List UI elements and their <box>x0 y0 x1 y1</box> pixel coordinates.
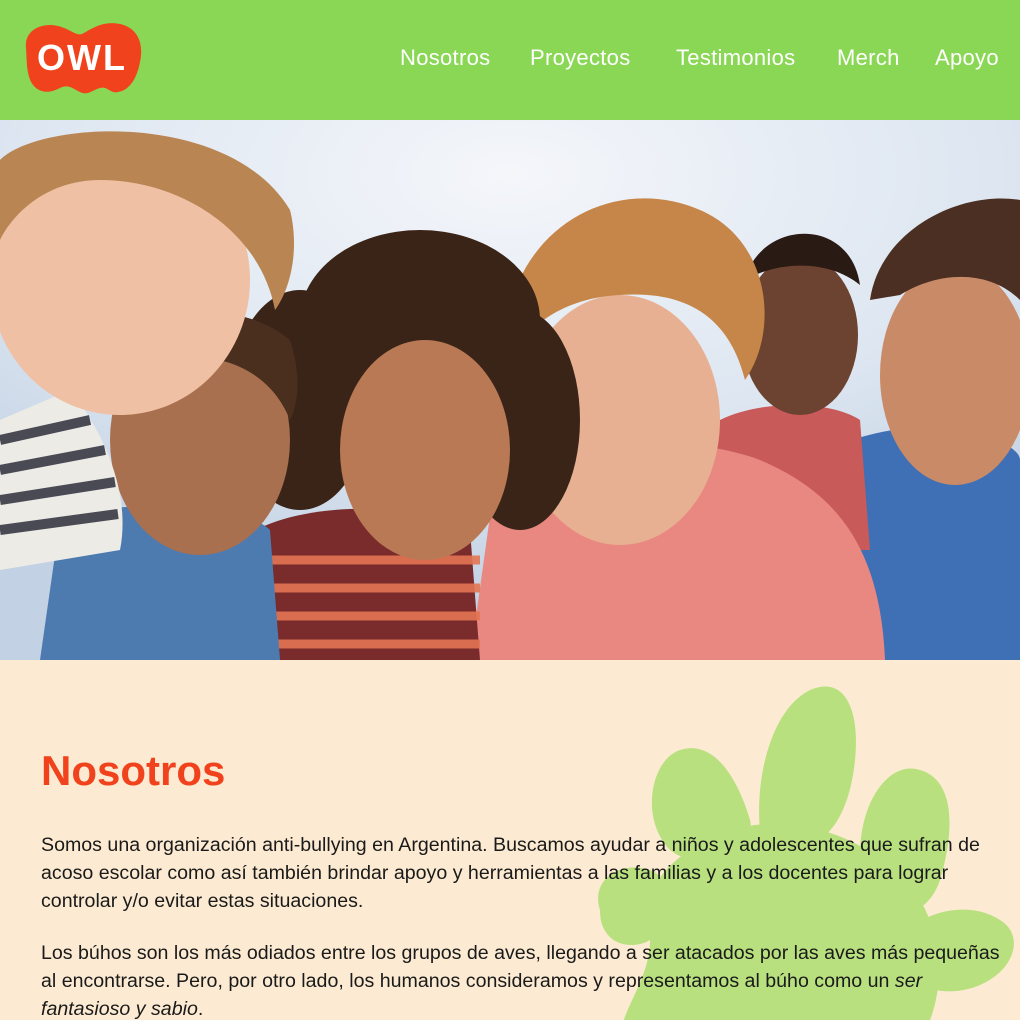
site-header: OWL Nosotros Proyectos Testimonios Merch… <box>0 0 1020 120</box>
nav-item-apoyo[interactable]: Apoyo <box>935 44 999 72</box>
nav-item-proyectos[interactable]: Proyectos <box>530 44 631 72</box>
about-paragraph-2-end: . <box>197 998 204 1020</box>
section-title: Nosotros <box>41 747 226 794</box>
nav-item-testimonios[interactable]: Testimonios <box>676 44 795 72</box>
about-section: Nosotros Somos una organización anti-bul… <box>0 660 1020 1020</box>
nav-item-nosotros[interactable]: Nosotros <box>400 44 490 72</box>
about-paragraph-2: Los búhos son los más odiados entre los … <box>41 939 1001 1020</box>
about-paragraph-2-text: Los búhos son los más odiados entre los … <box>41 942 1000 992</box>
page: OWL Nosotros Proyectos Testimonios Merch… <box>0 0 1020 1020</box>
main-nav: Nosotros Proyectos Testimonios Merch Apo… <box>0 0 1020 120</box>
hero-image <box>0 120 1020 660</box>
children-group-photo <box>0 120 1020 660</box>
nav-item-merch[interactable]: Merch <box>837 44 900 72</box>
about-paragraph-1: Somos una organización anti-bullying en … <box>41 834 980 912</box>
